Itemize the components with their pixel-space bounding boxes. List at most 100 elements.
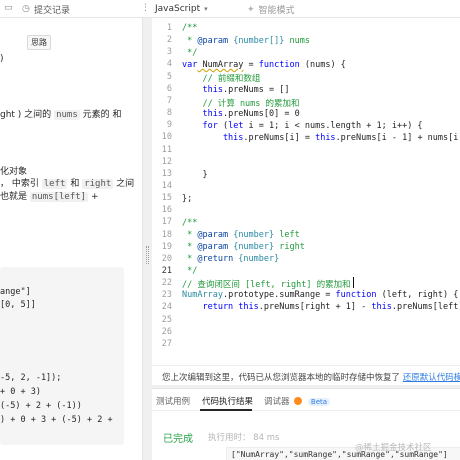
top-toolbar: ▭ ◷ 提交记录 ⋮ JavaScript ▾ ✦ 智能模式: [0, 0, 460, 18]
description-fragment: 和: [70, 179, 80, 189]
drag-handle-icon[interactable]: [146, 246, 149, 264]
code-token: this: [182, 85, 223, 95]
code-token: @param: [197, 230, 229, 240]
inline-code: nums[left]: [29, 192, 89, 202]
code-token: .preNums[0] = 0: [222, 109, 300, 119]
debug-icon: [294, 397, 303, 405]
restore-notice: 您上次编辑到这里，代码已从您浏览器本地的临时存储中恢复了 还原默认代码模版: [152, 365, 460, 385]
line-number: 10: [161, 132, 172, 143]
code-token: nums: [284, 36, 310, 46]
code-token: .prototype.sumRange =: [222, 290, 336, 300]
tab-result[interactable]: 代码执行结果: [202, 395, 253, 407]
submissions-button[interactable]: ◷ 提交记录: [22, 3, 70, 16]
code-token: function: [258, 60, 300, 70]
line-number: 24: [161, 302, 172, 313]
tab-debugger[interactable]: 调试器 Beta: [264, 395, 331, 407]
line-number: 18: [161, 229, 172, 240]
description-text: ght ) 之间的 nums 元素的 和: [0, 107, 122, 120]
code-token: }: [182, 170, 208, 180]
line-number: 25: [161, 314, 172, 325]
code-token: function: [335, 290, 377, 300]
code-token: left: [274, 230, 300, 240]
code-token: for: [182, 121, 218, 131]
code-line: this.preNums[0] = 0: [182, 109, 300, 119]
code-token: // 查询闭区间 [left, right] 的累加和: [182, 280, 351, 290]
sparkle-icon: ✦: [247, 4, 255, 15]
panel-splitter[interactable]: [143, 18, 152, 460]
code-line: return this.preNums[right + 1] - this.pr…: [182, 302, 460, 312]
code-line: NumArray.prototype.sumRange = function (…: [182, 290, 458, 300]
code-token: @return: [197, 254, 234, 264]
code-token: .preNums[left]: [391, 302, 460, 312]
line-number: 15: [161, 193, 172, 204]
code-token: .preNums = []: [222, 85, 290, 95]
code-line-active: // 查询闭区间 [left, right] 的累加和: [182, 278, 351, 290]
code-line: };: [182, 194, 192, 204]
result-status: 已完成: [163, 434, 193, 445]
code-token: *: [182, 242, 198, 252]
smart-mode-toggle[interactable]: ✦ 智能模式: [247, 3, 295, 17]
line-number: 17: [161, 217, 172, 228]
line-number: 8: [166, 108, 172, 119]
line-number: 2: [166, 35, 172, 46]
code-line: for (let i = 1; i < nums.length + 1; i++…: [182, 121, 423, 131]
example-line: [0, 5]]: [0, 300, 36, 310]
description-fragment: ght ) 之间的: [0, 110, 52, 120]
code-token: var: [182, 60, 198, 70]
code-icon: ⋮: [141, 3, 150, 13]
code-line: this.preNums[i] = this.preNums[i - 1] + …: [182, 133, 460, 143]
tab-testcase[interactable]: 测试用例: [156, 395, 190, 407]
code-line: * @param {number} right: [182, 242, 305, 252]
line-number: 7: [166, 95, 172, 106]
inline-code: right: [82, 179, 114, 189]
code-line: */: [182, 48, 197, 58]
code-line: */: [182, 266, 197, 276]
line-number: 5: [166, 71, 172, 82]
code-line: * @param {number[]} nums: [182, 36, 310, 46]
code-token: */: [182, 48, 198, 58]
code-token: this: [371, 302, 392, 312]
code-token: /**: [182, 23, 198, 33]
beta-badge: Beta: [307, 398, 331, 406]
code-token: // 计算 nums 的累加和: [182, 99, 300, 109]
code-token: right: [274, 242, 305, 252]
code-editor[interactable]: 1 2 3 4 5 6 7 8 9 10 11 12 13 14 15 16 17 18 19 20 21 22 23 24 2…: [152, 18, 460, 365]
tag-chip[interactable]: 思路: [27, 35, 51, 50]
layout-toggle-icon[interactable]: ▭: [4, 4, 13, 13]
code-token: {number}: [228, 230, 275, 240]
example-line: ange"]: [0, 287, 31, 297]
code-line: // 计算 nums 的累加和: [182, 97, 300, 109]
code-token: {number}: [233, 254, 280, 264]
line-number: 9: [166, 120, 172, 131]
console-tabs: 测试用例 代码执行结果 调试器 Beta: [152, 389, 460, 411]
code-line: // 前缀和数组: [182, 72, 260, 84]
description-text: 也就是 nums[left] +: [0, 189, 99, 202]
code-token: .preNums[i - 1] + nums[i - 1]: [335, 133, 459, 143]
description-text: ， 中索引 left 和 right 之间: [0, 176, 134, 189]
code-token: NumArray: [182, 290, 223, 300]
description-fragment: 之间: [116, 179, 135, 189]
line-number: 21: [161, 266, 172, 276]
inline-code: nums: [54, 110, 80, 120]
example-line: (-5) + 2 + (-1)): [0, 401, 82, 411]
code-token: i = 1; i < nums.length + 1; i++) {: [243, 121, 423, 131]
line-number: 14: [161, 180, 172, 191]
restore-notice-text: 您上次编辑到这里，代码已从您浏览器本地的临时存储中恢复了 还原默认代码模版: [162, 371, 460, 383]
language-select[interactable]: JavaScript ▾: [150, 2, 213, 16]
code-token: (nums) {: [299, 60, 346, 70]
description-fragment: 也就是: [0, 192, 28, 202]
problem-description-panel: 思路 ) ght ) 之间的 nums 元素的 和 化对象 ， 中索引 left…: [0, 18, 143, 460]
inline-code: left: [41, 179, 68, 189]
line-number: 19: [161, 241, 172, 252]
line-number: 22: [161, 278, 172, 289]
code-token: this: [233, 302, 259, 312]
line-number: 26: [161, 326, 172, 337]
restore-default-code-link[interactable]: 还原默认代码模版: [403, 373, 460, 383]
tab-debugger-label: 调试器: [264, 397, 290, 407]
line-number: 11: [161, 144, 172, 155]
line-number: 1: [166, 23, 172, 33]
example-line: + 0 + 3): [0, 387, 41, 397]
code-token: (: [217, 121, 229, 131]
code-token: return: [182, 302, 234, 312]
code-token: {number}: [228, 242, 275, 252]
